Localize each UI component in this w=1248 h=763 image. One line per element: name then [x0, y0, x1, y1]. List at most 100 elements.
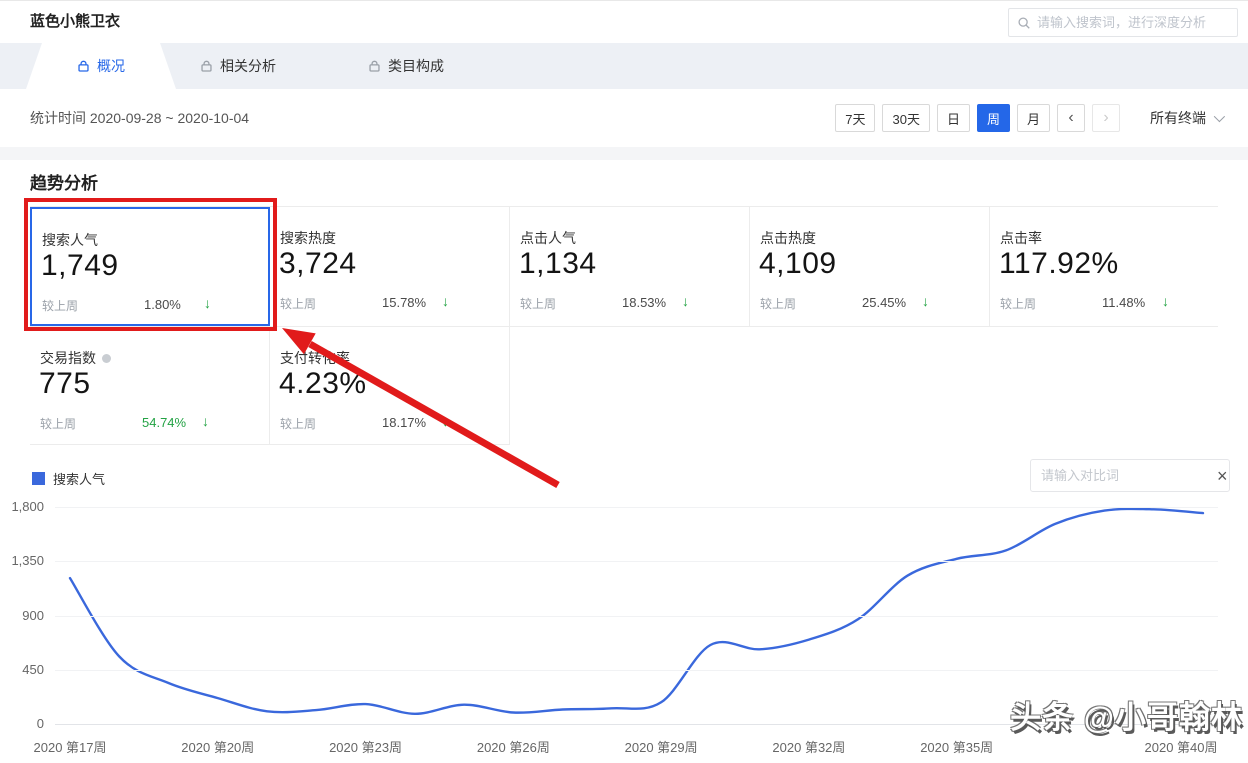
legend-label: 搜索人气 [53, 469, 105, 488]
section-title: 趋势分析 [30, 169, 98, 194]
card-value: 775 [39, 367, 91, 401]
terminal-select[interactable]: 所有终端 [1150, 108, 1222, 128]
card-footer: 较上周 11.48% ↓ [1000, 295, 1210, 312]
y-axis-tick-label: 450 [0, 662, 44, 677]
card-label: 支付转化率 [280, 348, 350, 368]
tab-label: 相关分析 [220, 56, 276, 76]
change-value: 18.17% [382, 415, 426, 430]
compare-period-label: 较上周 [1000, 297, 1036, 311]
x-axis-tick-label: 2020 第29周 [625, 737, 698, 756]
down-arrow-icon: ↓ [204, 295, 211, 311]
bag-icon [368, 60, 381, 73]
change-value: 54.74% [142, 415, 186, 430]
date-controls: 7天 30天 日 周 月 ‹ › 所有终端 [828, 104, 1222, 132]
y-axis-tick-label: 0 [0, 716, 44, 731]
granularity-day-button[interactable]: 日 [937, 104, 970, 132]
search-input[interactable] [1037, 15, 1229, 30]
granularity-month-button[interactable]: 月 [1017, 104, 1050, 132]
compare-period-label: 较上周 [42, 299, 78, 313]
compare-period-label: 较上周 [520, 297, 556, 311]
card-label: 搜索热度 [280, 228, 336, 248]
metric-row-1: 搜索人气 1,749 较上周 1.80% ↓ 搜索热度 3,724 较上周 15… [30, 206, 1218, 327]
card-label: 交易指数 [40, 348, 111, 368]
granularity-week-button[interactable]: 周 [977, 104, 1010, 132]
change-value: 1.80% [144, 297, 181, 312]
card-search-popularity[interactable]: 搜索人气 1,749 较上周 1.80% ↓ [30, 207, 270, 326]
toolbar: 统计时间 2020-09-28 ~ 2020-10-04 7天 30天 日 周 … [0, 89, 1248, 147]
card-value: 117.92% [999, 247, 1119, 281]
metric-row-2: 交易指数 775 较上周 54.74% ↓ 支付转化率 4.23% 较上周 18… [30, 327, 1218, 445]
bag-icon [77, 60, 90, 73]
trend-line-chart[interactable]: 1,8001,35090045002020 第17周2020 第20周2020 … [0, 499, 1248, 761]
down-arrow-icon: ↓ [442, 413, 449, 429]
change-value: 15.78% [382, 295, 426, 310]
card-click-rate[interactable]: 点击率 117.92% 较上周 11.48% ↓ [990, 207, 1218, 326]
range-7d-button[interactable]: 7天 [835, 104, 875, 132]
gridline [55, 507, 1218, 508]
bag-icon [200, 60, 213, 73]
next-period-button[interactable]: › [1092, 104, 1120, 132]
x-axis-tick-label: 2020 第35周 [920, 737, 993, 756]
gridline [55, 561, 1218, 562]
card-label: 点击人气 [520, 228, 576, 248]
change-value: 18.53% [622, 295, 666, 310]
card-click-heat[interactable]: 点击热度 4,109 较上周 25.45% ↓ [750, 207, 990, 326]
page-title: 蓝色小熊卫衣 [30, 1, 120, 43]
divider-band [0, 147, 1248, 160]
y-axis-tick-label: 1,350 [0, 553, 44, 568]
down-arrow-icon: ↓ [922, 293, 929, 309]
close-icon[interactable]: × [1217, 467, 1228, 485]
stat-time-label: 统计时间 2020-09-28 ~ 2020-10-04 [30, 89, 249, 147]
card-footer: 较上周 25.45% ↓ [760, 295, 970, 312]
card-value: 4,109 [759, 247, 837, 281]
app-root: 蓝色小熊卫衣 概况 相关分析 类目构成 [0, 0, 1248, 763]
card-footer: 较上周 54.74% ↓ [40, 415, 250, 432]
compare-period-label: 较上周 [40, 417, 76, 431]
tab-related-analysis[interactable]: 相关分析 [200, 43, 276, 89]
change-value: 25.45% [862, 295, 906, 310]
x-axis-tick-label: 2020 第20周 [181, 737, 254, 756]
chart-legend[interactable]: 搜索人气 [32, 469, 105, 488]
change-value: 11.48% [1102, 295, 1145, 310]
card-label: 点击热度 [760, 228, 816, 248]
tab-overview[interactable]: 概况 [26, 43, 176, 89]
card-value: 4.23% [279, 367, 367, 401]
metric-cards-grid: 搜索人气 1,749 较上周 1.80% ↓ 搜索热度 3,724 较上周 15… [30, 206, 1218, 445]
x-axis-tick-label: 2020 第23周 [329, 737, 402, 756]
x-axis-tick-label: 2020 第26周 [477, 737, 550, 756]
card-label-text: 交易指数 [40, 348, 96, 368]
gridline [55, 616, 1218, 617]
compare-word-box[interactable]: × [1030, 459, 1230, 492]
card-search-heat[interactable]: 搜索热度 3,724 较上周 15.78% ↓ [270, 207, 510, 326]
header: 蓝色小熊卫衣 [0, 1, 1248, 43]
card-transaction-index[interactable]: 交易指数 775 较上周 54.74% ↓ [30, 327, 270, 445]
x-axis-tick-label: 2020 第40周 [1145, 737, 1218, 756]
card-footer: 较上周 15.78% ↓ [280, 295, 490, 312]
card-footer: 较上周 18.53% ↓ [520, 295, 730, 312]
x-axis-tick-label: 2020 第17周 [34, 737, 107, 756]
card-footer: 较上周 18.17% ↓ [280, 415, 490, 432]
legend-swatch-icon [32, 472, 45, 485]
card-footer: 较上周 1.80% ↓ [42, 297, 252, 314]
prev-period-button[interactable]: ‹ [1057, 104, 1085, 132]
compare-period-label: 较上周 [280, 417, 316, 431]
down-arrow-icon: ↓ [682, 293, 689, 309]
x-axis-tick-label: 2020 第32周 [772, 737, 845, 756]
compare-period-label: 较上周 [280, 297, 316, 311]
card-value: 1,134 [519, 247, 597, 281]
terminal-label: 所有终端 [1150, 108, 1206, 128]
down-arrow-icon: ↓ [1162, 293, 1169, 309]
chevron-down-icon [1214, 111, 1225, 122]
card-payment-conversion[interactable]: 支付转化率 4.23% 较上周 18.17% ↓ [270, 327, 510, 445]
compare-word-input[interactable] [1041, 468, 1217, 483]
tab-label: 类目构成 [388, 56, 444, 76]
card-label: 搜索人气 [42, 230, 98, 250]
tab-label: 概况 [97, 56, 125, 76]
card-value: 1,749 [41, 249, 119, 283]
card-click-popularity[interactable]: 点击人气 1,134 较上周 18.53% ↓ [510, 207, 750, 326]
search-box[interactable] [1008, 8, 1238, 37]
tab-category-composition[interactable]: 类目构成 [368, 43, 444, 89]
compare-period-label: 较上周 [760, 297, 796, 311]
range-30d-button[interactable]: 30天 [882, 104, 929, 132]
info-dot-icon [102, 354, 111, 363]
